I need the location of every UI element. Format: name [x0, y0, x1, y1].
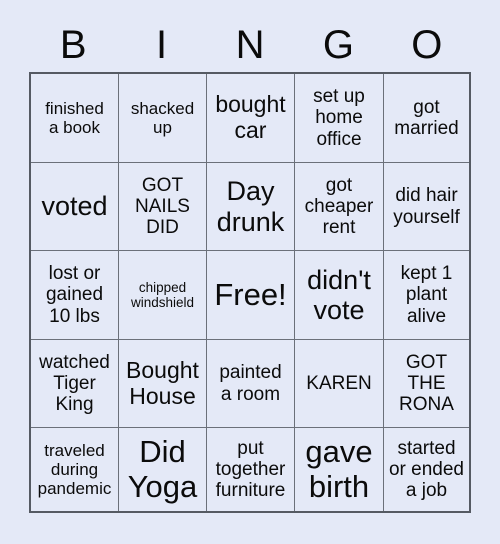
bingo-cell[interactable]: KAREN: [295, 340, 384, 428]
bingo-cell-label: got cheaper rent: [304, 174, 374, 239]
bingo-cell-label: lost or gained 10 lbs: [45, 263, 104, 327]
bingo-cell-label: set up home office: [313, 86, 365, 150]
bingo-cell[interactable]: painted a room: [207, 340, 295, 428]
bingo-grid: finished a book shacked up bought car set u…: [29, 72, 471, 513]
bingo-cell-label: gave birth: [305, 433, 373, 504]
bingo-cell[interactable]: Did Yoga: [119, 428, 207, 511]
bingo-cell[interactable]: did hair yourself: [384, 163, 469, 251]
bingo-cell-label: finished a book: [45, 98, 104, 137]
bingo-cell-label: traveled during pandemic: [37, 440, 112, 499]
bingo-cell[interactable]: got cheaper rent: [295, 163, 384, 251]
bingo-cell-label: Free!: [214, 276, 287, 312]
bingo-cell[interactable]: kept 1 plant alive: [384, 251, 469, 340]
bingo-cell[interactable]: put together furniture: [207, 428, 295, 511]
bingo-cell-label: Bought House: [126, 356, 199, 409]
bingo-cell-label: Day drunk: [216, 176, 285, 237]
bingo-cell-label: bought car: [215, 91, 286, 143]
bingo-header-letter-n: N: [235, 23, 265, 67]
bingo-cell-label: shacked up: [130, 98, 195, 137]
bingo-cell[interactable]: set up home office: [295, 74, 384, 163]
bingo-cell[interactable]: chipped windshield: [119, 251, 207, 340]
bingo-header-letter-o: O: [411, 23, 443, 67]
bingo-cell-label: didn't vote: [307, 264, 371, 325]
bingo-header-letter-i: I: [156, 23, 168, 67]
bingo-cell[interactable]: didn't vote: [295, 251, 384, 340]
bingo-cell-label: painted a room: [219, 362, 282, 405]
bingo-free-space[interactable]: Free!: [207, 251, 295, 340]
bingo-card: B I N G O finished a book shacked up bough…: [0, 0, 500, 544]
bingo-cell[interactable]: started or ended a job: [384, 428, 469, 511]
bingo-cell-label: KAREN: [306, 372, 372, 394]
bingo-cell[interactable]: voted: [31, 163, 119, 251]
bingo-cell-label: voted: [41, 191, 108, 222]
bingo-cell-label: watched Tiger King: [39, 351, 110, 416]
bingo-cell[interactable]: bought car: [207, 74, 295, 163]
bingo-header-letter-g: G: [322, 23, 354, 67]
bingo-cell[interactable]: Bought House: [119, 340, 207, 428]
bingo-cell[interactable]: finished a book: [31, 74, 119, 163]
bingo-cell-label: put together furniture: [215, 437, 286, 502]
bingo-cell-label: GOT NAILS DID: [135, 174, 190, 239]
bingo-cell-label: started or ended a job: [388, 437, 464, 502]
bingo-cell[interactable]: traveled during pandemic: [31, 428, 119, 511]
bingo-header-letter-b: B: [59, 23, 87, 67]
bingo-cell[interactable]: GOT THE RONA: [384, 340, 469, 428]
bingo-cell-label: kept 1 plant alive: [400, 263, 453, 327]
bingo-cell[interactable]: lost or gained 10 lbs: [31, 251, 119, 340]
bingo-cell[interactable]: Day drunk: [207, 163, 295, 251]
bingo-cell-label: did hair yourself: [393, 185, 460, 228]
bingo-cell-label: got married: [394, 96, 459, 139]
bingo-cell-label: Did Yoga: [127, 433, 198, 504]
bingo-cell-label: chipped windshield: [130, 279, 195, 310]
bingo-cell[interactable]: watched Tiger King: [31, 340, 119, 428]
bingo-cell[interactable]: got married: [384, 74, 469, 163]
bingo-cell[interactable]: GOT NAILS DID: [119, 163, 207, 251]
bingo-cell[interactable]: shacked up: [119, 74, 207, 163]
bingo-cell[interactable]: gave birth: [295, 428, 384, 511]
bingo-cell-label: GOT THE RONA: [399, 351, 454, 416]
bingo-header-row: B I N G O: [29, 18, 471, 72]
